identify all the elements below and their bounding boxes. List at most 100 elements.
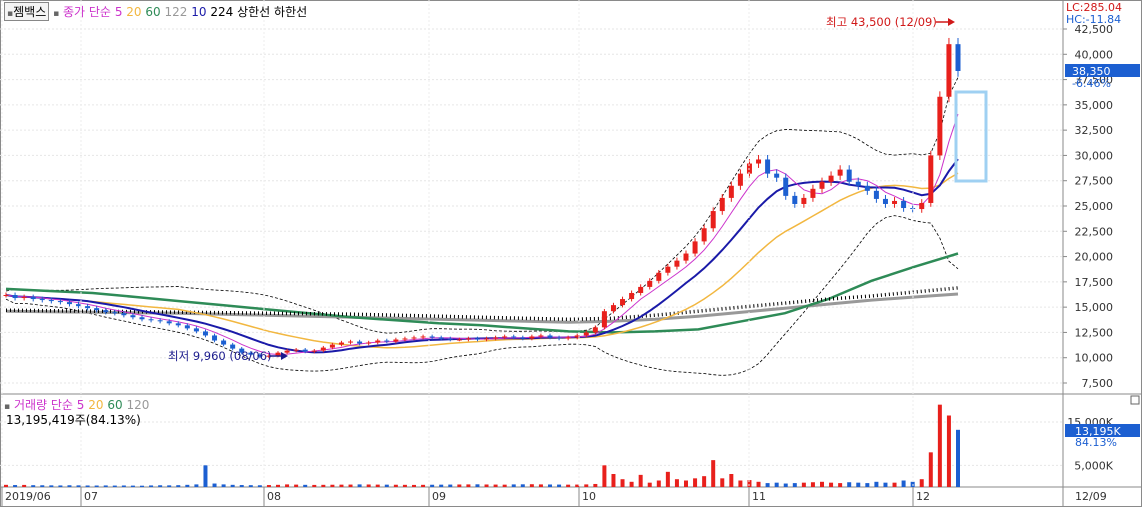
- candle-body: [674, 260, 680, 267]
- candle-body: [801, 197, 807, 204]
- candle-body: [85, 306, 91, 309]
- candle-body: [474, 338, 480, 340]
- volume-bar: [203, 465, 208, 487]
- volume-bar: [257, 485, 262, 487]
- date-corner-label: 12/09: [1075, 490, 1107, 503]
- candle-body: [919, 202, 925, 210]
- price-tick-label: 27,500: [1075, 175, 1114, 188]
- volume-bar: [765, 483, 770, 487]
- volume-bar: [13, 485, 18, 487]
- volume-bar: [738, 480, 743, 487]
- volume-bar: [774, 482, 779, 487]
- volume-bar: [729, 474, 734, 487]
- volume-bar: [85, 485, 90, 487]
- volume-panel-toggle[interactable]: [1130, 395, 1140, 405]
- volume-bar: [58, 485, 63, 487]
- volume-bar: [103, 485, 108, 487]
- candle-body: [692, 241, 698, 254]
- candle-body: [901, 200, 907, 209]
- candle-body: [864, 185, 870, 191]
- candle-body: [184, 325, 190, 329]
- price-tick-label: 25,000: [1075, 200, 1114, 213]
- candle-body: [638, 286, 644, 293]
- candle-body: [76, 304, 82, 307]
- ma224-label: 224: [210, 5, 234, 19]
- volume-bar: [638, 474, 643, 487]
- hc-label: HC:-11.84: [1066, 13, 1121, 26]
- volume-bar: [892, 482, 897, 487]
- volume-bar: [620, 479, 625, 487]
- lower-limit-label: 하한선: [274, 5, 308, 19]
- candle-body: [465, 338, 471, 340]
- volume-bar: [865, 483, 870, 487]
- candle-body: [357, 341, 363, 344]
- stock-name-badge[interactable]: ▪젬백스: [4, 2, 50, 21]
- volume-bar: [40, 485, 45, 487]
- candle-body: [728, 185, 734, 198]
- candle-body: [221, 340, 227, 345]
- candle-body: [103, 310, 109, 313]
- candle-body: [955, 44, 961, 71]
- date-tick-label: 09: [432, 490, 446, 503]
- candle-body: [456, 339, 462, 341]
- volume-bar: [221, 484, 226, 487]
- candle-body: [429, 336, 435, 338]
- volume-bar: [502, 484, 507, 487]
- candle-body: [175, 323, 181, 326]
- candle-body: [792, 195, 798, 204]
- volume-bar: [810, 482, 815, 487]
- stock-chart[interactable]: 42,50040,00037,50035,00032,50030,00027,5…: [0, 0, 1142, 507]
- volume-bar: [294, 484, 299, 487]
- vol-ma120-label: 120: [126, 398, 150, 412]
- volume-bar: [874, 481, 879, 487]
- candle-body: [139, 317, 145, 320]
- candle-body: [774, 173, 780, 178]
- current-change: -6.46%: [1072, 77, 1111, 90]
- volume-bar: [647, 482, 652, 487]
- candle-body: [366, 342, 372, 344]
- volume-bar: [937, 404, 942, 487]
- candle-body: [438, 337, 444, 339]
- volume-bar: [520, 484, 525, 487]
- volume-bar: [656, 480, 661, 487]
- candle-body: [892, 200, 898, 204]
- volume-bar: [529, 484, 534, 487]
- volume-bar: [956, 429, 960, 487]
- volume-bar: [384, 484, 389, 487]
- volume-bar: [130, 485, 135, 487]
- ma122-label: 122: [164, 5, 188, 19]
- volume-bar: [538, 484, 543, 487]
- candle-body: [819, 181, 825, 189]
- volume-bar: [611, 474, 616, 487]
- chart-frame: [0, 0, 1142, 507]
- candle-body: [230, 344, 236, 349]
- candle-body: [402, 338, 408, 340]
- candle-body: [719, 197, 725, 212]
- volume-bar: [602, 465, 607, 487]
- volume-bar: [303, 484, 308, 487]
- candle-body: [538, 335, 544, 337]
- volume-bar: [792, 483, 797, 487]
- price-tick-label: 35,000: [1075, 99, 1114, 112]
- volume-bar: [946, 415, 951, 487]
- volume-bar: [593, 483, 598, 487]
- volume-bar: [276, 484, 280, 487]
- candle-body: [148, 319, 154, 321]
- volume-bar: [366, 484, 371, 487]
- volume-bar: [357, 484, 362, 487]
- volume-bar: [176, 485, 181, 487]
- volume-bar: [484, 484, 489, 487]
- candle-body: [348, 341, 354, 343]
- volume-bar: [820, 481, 824, 487]
- candle-body: [882, 198, 888, 204]
- candle-body: [529, 336, 535, 339]
- candle-body: [94, 308, 100, 311]
- ma60-label: 60: [145, 5, 161, 19]
- volume-bar: [49, 485, 54, 487]
- candle-body: [520, 337, 526, 339]
- volume-bar: [665, 471, 670, 487]
- candle-body: [12, 295, 18, 299]
- volume-bar: [76, 485, 81, 487]
- candle-body: [556, 337, 562, 339]
- volume-bar: [266, 485, 271, 487]
